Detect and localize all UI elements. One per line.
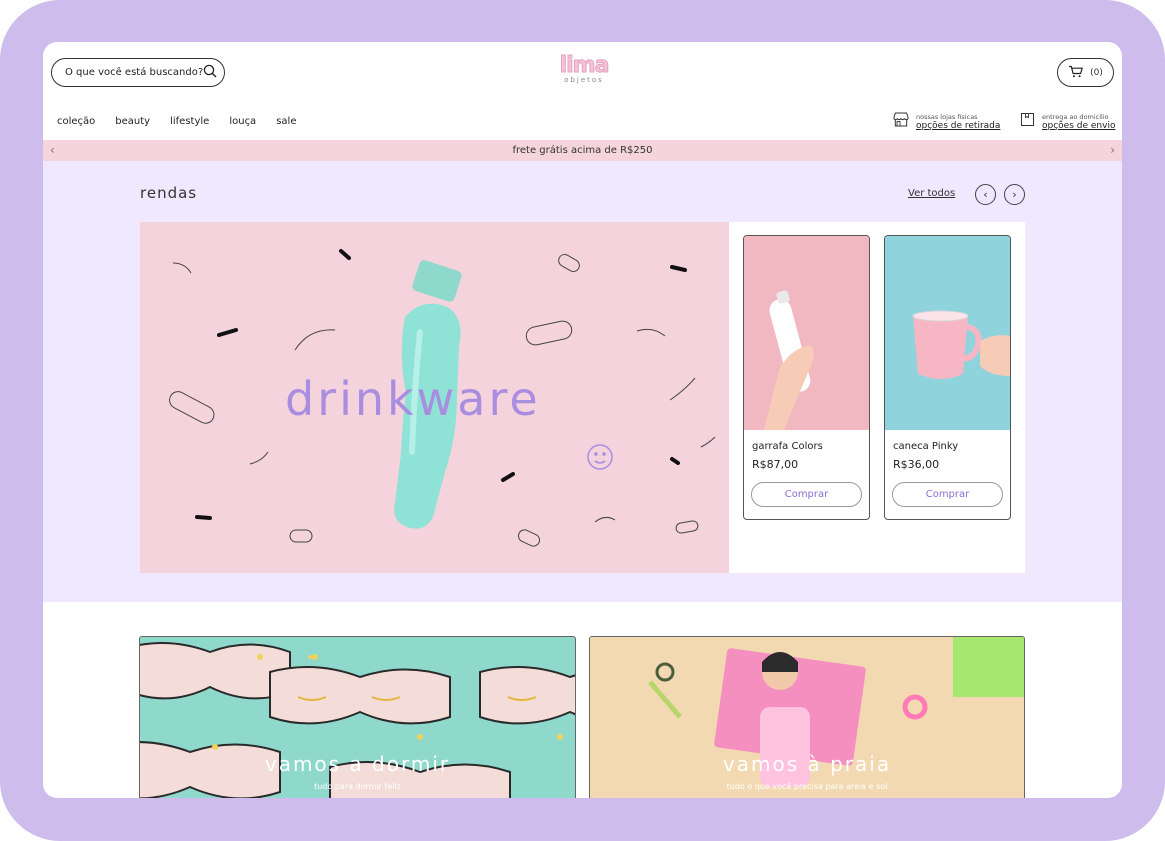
- mug-product-image: [885, 236, 1010, 430]
- cart-count: (0): [1090, 67, 1103, 78]
- carousel-prev-button[interactable]: ‹: [975, 184, 996, 205]
- logo-word: lima: [559, 53, 610, 78]
- banner-title: vamos à praia: [722, 752, 892, 776]
- banner-subtitle: tudo para dormir feliz: [314, 782, 401, 791]
- shipping-options-link[interactable]: opções de envio: [1042, 121, 1115, 131]
- main-nav: coleção beauty lifestyle louça sale: [57, 116, 296, 127]
- category-banner-beach[interactable]: vamos à praia tudo o que você precisa pa…: [589, 636, 1025, 798]
- chevron-right-icon: ›: [1012, 188, 1017, 201]
- delivery-label: entrega ao domicílio: [1042, 112, 1109, 121]
- product-price: R$36,00: [893, 458, 940, 471]
- cart-button[interactable]: (0): [1057, 58, 1114, 87]
- hero-title: drinkware: [285, 372, 541, 426]
- buy-button[interactable]: Comprar: [892, 482, 1003, 507]
- search-placeholder: O que você está buscando?: [65, 67, 204, 78]
- product-card[interactable]: garrafa Colors R$87,00 Comprar: [743, 235, 870, 520]
- nav-item-colecao[interactable]: coleção: [57, 116, 95, 127]
- category-banner-sleep[interactable]: vamos a dormir tudo para dormir feliz: [139, 636, 576, 798]
- stores-label: nossas lojas físicas: [916, 112, 978, 121]
- nav-item-beauty[interactable]: beauty: [115, 116, 150, 127]
- delivery-info: entrega ao domicílio opções de envio: [1020, 112, 1115, 131]
- nav-item-louca[interactable]: louça: [229, 116, 256, 127]
- brand-logo[interactable]: lima objetos: [549, 53, 619, 84]
- nav-item-sale[interactable]: sale: [276, 116, 296, 127]
- device-frame: O que você está buscando? lima objetos (…: [0, 0, 1165, 841]
- product-price: R$87,00: [752, 458, 799, 471]
- product-name: garrafa Colors: [752, 441, 823, 452]
- stores-info: nossas lojas físicas opções de retirada: [893, 112, 1000, 131]
- banner-subtitle: tudo o que você precisa para areia e sol: [726, 782, 888, 791]
- promo-next-icon[interactable]: ›: [1110, 143, 1115, 157]
- store-icon: [893, 112, 909, 131]
- product-name: caneca Pinky: [893, 441, 959, 452]
- nav-item-lifestyle[interactable]: lifestyle: [170, 116, 209, 127]
- product-panel: garrafa Colors R$87,00 Comprar caneca Pi…: [729, 222, 1025, 573]
- box-icon: [1020, 112, 1035, 131]
- section-title: rendas: [140, 184, 198, 202]
- promo-bar: ‹ frete grátis acima de R$250 ›: [43, 140, 1122, 161]
- view-all-link[interactable]: Ver todos: [908, 188, 955, 199]
- search-input[interactable]: O que você está buscando?: [51, 58, 225, 87]
- hero-banner[interactable]: drinkware: [140, 222, 729, 573]
- browser-screen: O que você está buscando? lima objetos (…: [43, 42, 1122, 798]
- search-icon[interactable]: [203, 64, 217, 81]
- buy-button[interactable]: Comprar: [751, 482, 862, 507]
- promo-prev-icon[interactable]: ‹: [50, 143, 55, 157]
- chevron-left-icon: ‹: [983, 188, 988, 201]
- banner-title: vamos a dormir: [264, 752, 451, 776]
- promo-text: frete grátis acima de R$250: [512, 145, 653, 156]
- cart-icon: [1068, 65, 1084, 81]
- product-card[interactable]: caneca Pinky R$36,00 Comprar: [884, 235, 1011, 520]
- pickup-options-link[interactable]: opções de retirada: [916, 121, 1000, 131]
- bottle-product-image: [744, 236, 869, 430]
- carousel-next-button[interactable]: ›: [1004, 184, 1025, 205]
